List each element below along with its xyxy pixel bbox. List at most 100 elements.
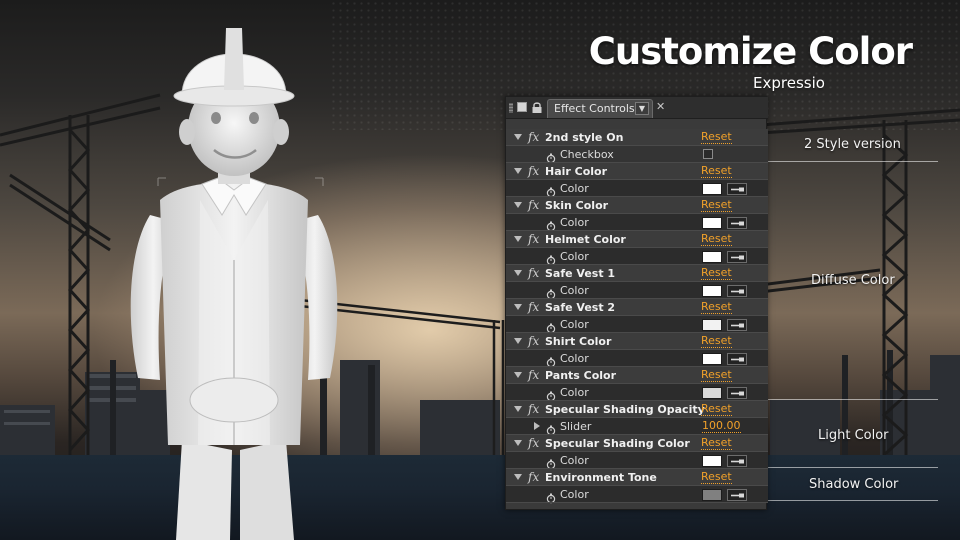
- stopwatch-icon[interactable]: [546, 387, 556, 402]
- fx-icon[interactable]: fx: [528, 266, 539, 280]
- slider-value[interactable]: 100.00: [702, 420, 741, 433]
- twirl-down-icon[interactable]: [514, 168, 522, 174]
- reset-button[interactable]: Reset: [701, 335, 732, 348]
- style-version-label: 2 Style version: [804, 137, 901, 152]
- subproperty-label: Color: [560, 352, 589, 365]
- reset-button[interactable]: Reset: [701, 165, 732, 178]
- color-swatch[interactable]: [702, 353, 722, 365]
- fx-icon[interactable]: fx: [528, 198, 539, 212]
- stopwatch-icon[interactable]: [546, 455, 556, 470]
- twirl-right-icon[interactable]: [534, 422, 540, 430]
- fx-icon[interactable]: fx: [528, 164, 539, 178]
- property-name: Shirt Color: [545, 335, 612, 348]
- stopwatch-icon[interactable]: [546, 251, 556, 266]
- reset-button[interactable]: Reset: [701, 369, 732, 382]
- effect-property-row: fx Specular Shading Color Reset: [506, 435, 768, 452]
- twirl-down-icon[interactable]: [514, 406, 522, 412]
- tab-effect-controls[interactable]: Effect Controls ▼: [547, 99, 653, 118]
- color-swatch[interactable]: [702, 489, 722, 501]
- fx-icon[interactable]: fx: [528, 470, 539, 484]
- subproperty-label: Color: [560, 488, 589, 501]
- effect-subproperty-row: Checkbox: [506, 146, 768, 164]
- stopwatch-icon[interactable]: [546, 149, 556, 164]
- light-color-label: Light Color: [818, 428, 889, 443]
- eyedropper-icon[interactable]: [727, 353, 747, 365]
- eyedropper-icon[interactable]: [727, 489, 747, 501]
- stopwatch-icon[interactable]: [546, 183, 556, 198]
- reset-button[interactable]: Reset: [701, 471, 732, 484]
- eyedropper-icon[interactable]: [727, 455, 747, 467]
- twirl-down-icon[interactable]: [514, 372, 522, 378]
- color-swatch[interactable]: [702, 217, 722, 229]
- twirl-down-icon[interactable]: [514, 338, 522, 344]
- twirl-down-icon[interactable]: [514, 236, 522, 242]
- fx-icon[interactable]: fx: [528, 232, 539, 246]
- color-swatch[interactable]: [702, 387, 722, 399]
- checkbox-input[interactable]: [703, 149, 713, 159]
- twirl-down-icon[interactable]: [514, 270, 522, 276]
- fx-icon[interactable]: fx: [528, 402, 539, 416]
- subproperty-label: Slider: [560, 420, 592, 433]
- effect-subproperty-row: Color: [506, 384, 768, 402]
- twirl-down-icon[interactable]: [514, 440, 522, 446]
- property-name: 2nd style On: [545, 131, 624, 144]
- reset-button[interactable]: Reset: [701, 301, 732, 314]
- stopwatch-icon[interactable]: [546, 489, 556, 504]
- property-name: Specular Shading Opacity: [545, 403, 705, 416]
- reset-button[interactable]: Reset: [701, 199, 732, 212]
- color-swatch[interactable]: [702, 285, 722, 297]
- fx-icon[interactable]: fx: [528, 436, 539, 450]
- stopwatch-icon[interactable]: [546, 285, 556, 300]
- subproperty-label: Checkbox: [560, 148, 614, 161]
- effect-property-row: fx Shirt Color Reset: [506, 333, 768, 350]
- effect-property-row: fx 2nd style On Reset: [506, 129, 768, 146]
- close-icon[interactable]: ✕: [656, 100, 665, 113]
- effect-subproperty-row: Color: [506, 180, 768, 198]
- effect-subproperty-row: Color: [506, 452, 768, 470]
- stopwatch-icon[interactable]: [546, 319, 556, 334]
- subproperty-label: Color: [560, 318, 589, 331]
- twirl-down-icon[interactable]: [514, 304, 522, 310]
- effect-property-row: fx Hair Color Reset: [506, 163, 768, 180]
- eyedropper-icon[interactable]: [727, 285, 747, 297]
- eyedropper-icon[interactable]: [727, 251, 747, 263]
- reset-button[interactable]: Reset: [701, 233, 732, 246]
- panel-tab-bar: Effect Controls ▼ ✕: [506, 97, 768, 119]
- twirl-down-icon[interactable]: [514, 134, 522, 140]
- reset-button[interactable]: Reset: [701, 437, 732, 450]
- color-swatch[interactable]: [702, 319, 722, 331]
- reset-button[interactable]: Reset: [701, 131, 732, 144]
- color-swatch[interactable]: [702, 455, 722, 467]
- eyedropper-icon[interactable]: [727, 387, 747, 399]
- reset-button[interactable]: Reset: [701, 267, 732, 280]
- stopwatch-icon[interactable]: [546, 353, 556, 368]
- fx-icon[interactable]: fx: [528, 130, 539, 144]
- property-name: Pants Color: [545, 369, 617, 382]
- stopwatch-icon[interactable]: [546, 421, 556, 436]
- twirl-down-icon[interactable]: [514, 474, 522, 480]
- eyedropper-icon[interactable]: [727, 217, 747, 229]
- eyedropper-icon[interactable]: [727, 319, 747, 331]
- effect-property-row: fx Skin Color Reset: [506, 197, 768, 214]
- color-swatch[interactable]: [702, 251, 722, 263]
- property-name: Helmet Color: [545, 233, 626, 246]
- color-swatch[interactable]: [702, 183, 722, 195]
- eyedropper-icon[interactable]: [727, 183, 747, 195]
- fx-icon[interactable]: fx: [528, 368, 539, 382]
- divider-line: [506, 502, 768, 503]
- effect-property-row: fx Helmet Color Reset: [506, 231, 768, 248]
- fx-icon[interactable]: fx: [528, 300, 539, 314]
- page-title: Customize Color: [588, 30, 913, 73]
- effect-property-row: fx Specular Shading Opacity Reset: [506, 401, 768, 418]
- lock-icon[interactable]: [531, 101, 543, 114]
- drag-grip-icon[interactable]: [509, 103, 513, 113]
- subproperty-label: Color: [560, 454, 589, 467]
- stopwatch-icon[interactable]: [546, 217, 556, 232]
- subproperty-label: Color: [560, 216, 589, 229]
- subproperty-label: Color: [560, 182, 589, 195]
- effect-subproperty-row: Color: [506, 486, 768, 504]
- fx-icon[interactable]: fx: [528, 334, 539, 348]
- panel-menu-button[interactable]: ▼: [635, 102, 649, 115]
- reset-button[interactable]: Reset: [701, 403, 732, 416]
- twirl-down-icon[interactable]: [514, 202, 522, 208]
